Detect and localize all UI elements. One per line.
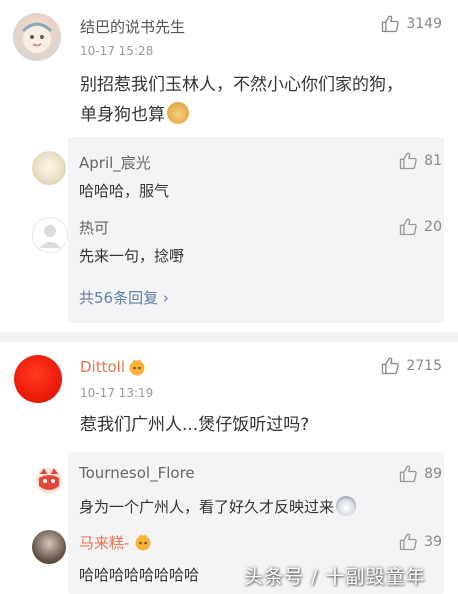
comment-text: 惹我们广州人...煲仔饭听过吗? xyxy=(80,415,310,435)
like-count: 2715 xyxy=(406,358,442,374)
avatar[interactable] xyxy=(13,13,61,61)
like-button[interactable]: 89 xyxy=(398,464,442,484)
like-count: 89 xyxy=(424,466,442,482)
vip-badge-icon xyxy=(129,359,145,376)
avatar[interactable] xyxy=(32,530,66,564)
like-button[interactable]: 81 xyxy=(398,151,442,171)
comment-timestamp: 10-17 15:28 xyxy=(80,44,154,58)
like-button[interactable]: 20 xyxy=(398,217,442,237)
comment-text-line: 别招惹我们玉林人，不然小心你们家的狗， xyxy=(80,75,403,95)
thumbs-up-icon xyxy=(382,357,400,375)
thumbs-up-icon xyxy=(400,533,417,551)
reply-text: 身为一个广州人，看了好久才反映过来 xyxy=(79,496,357,517)
like-count: 3149 xyxy=(406,16,442,32)
divider xyxy=(0,332,458,342)
thumbs-up-icon xyxy=(400,218,417,236)
watermark: 头条号 / 十副毁童年 xyxy=(244,566,426,588)
avatar[interactable] xyxy=(32,217,68,253)
reply-item: 热可 先来一句，捻嘢 20 xyxy=(32,209,444,273)
avatar[interactable] xyxy=(14,355,62,403)
reply-username[interactable]: 马来糕- xyxy=(79,532,129,553)
like-button[interactable]: 2715 xyxy=(380,356,442,376)
reply-text: 先来一句，捻嘢 xyxy=(79,247,185,265)
reply-item: Tournesol_Flore 身为一个广州人，看了好久才反映过来 89 xyxy=(32,452,444,522)
reply-username[interactable]: Tournesol_Flore xyxy=(79,464,195,482)
like-count: 39 xyxy=(424,534,442,550)
thumbs-up-icon xyxy=(382,15,400,33)
comment-username[interactable]: Dittoll xyxy=(80,358,125,376)
thumbs-up-icon xyxy=(400,465,417,483)
comment-text-fragment: 单身狗也算 xyxy=(80,105,165,125)
reply-section: April_宸光 哈哈哈，服气 81 热可 先来一句，捻嘢 20 共56条回复 … xyxy=(32,137,444,323)
reply-text: 哈哈哈哈哈哈哈哈 xyxy=(79,566,200,584)
comment-card: 结巴的说书先生 10-17 15:28 3149 别招惹我们玉林人，不然小心你们… xyxy=(0,0,458,340)
like-button[interactable]: 39 xyxy=(398,532,442,552)
more-replies-link[interactable]: 共56条回复 › xyxy=(79,287,169,308)
comment-card: Dittoll 10-17 13:19 2715 惹我们广州人...煲仔饭听过吗… xyxy=(0,342,458,594)
comment-text-line: 单身狗也算 xyxy=(80,100,450,130)
husky-emoji-icon xyxy=(336,496,357,516)
avatar[interactable] xyxy=(32,464,66,498)
like-button[interactable]: 3149 xyxy=(380,14,442,34)
reply-text: 哈哈哈，服气 xyxy=(79,182,170,200)
like-count: 20 xyxy=(424,219,442,235)
thumbs-up-icon xyxy=(400,152,417,170)
comment-timestamp: 10-17 13:19 xyxy=(80,386,154,400)
reply-username[interactable]: April_宸光 xyxy=(79,152,151,173)
reply-text-fragment: 身为一个广州人，看了好久才反映过来 xyxy=(79,498,335,516)
avatar[interactable] xyxy=(32,151,66,185)
reply-username[interactable]: 热可 xyxy=(79,217,109,238)
comment-username[interactable]: 结巴的说书先生 xyxy=(80,16,185,37)
vip-badge-icon xyxy=(135,534,151,551)
doge-emoji-icon xyxy=(167,102,189,124)
comment-text: 别招惹我们玉林人，不然小心你们家的狗， 单身狗也算 xyxy=(80,70,450,130)
reply-item: April_宸光 哈哈哈，服气 81 xyxy=(32,137,444,201)
like-count: 81 xyxy=(424,153,442,169)
